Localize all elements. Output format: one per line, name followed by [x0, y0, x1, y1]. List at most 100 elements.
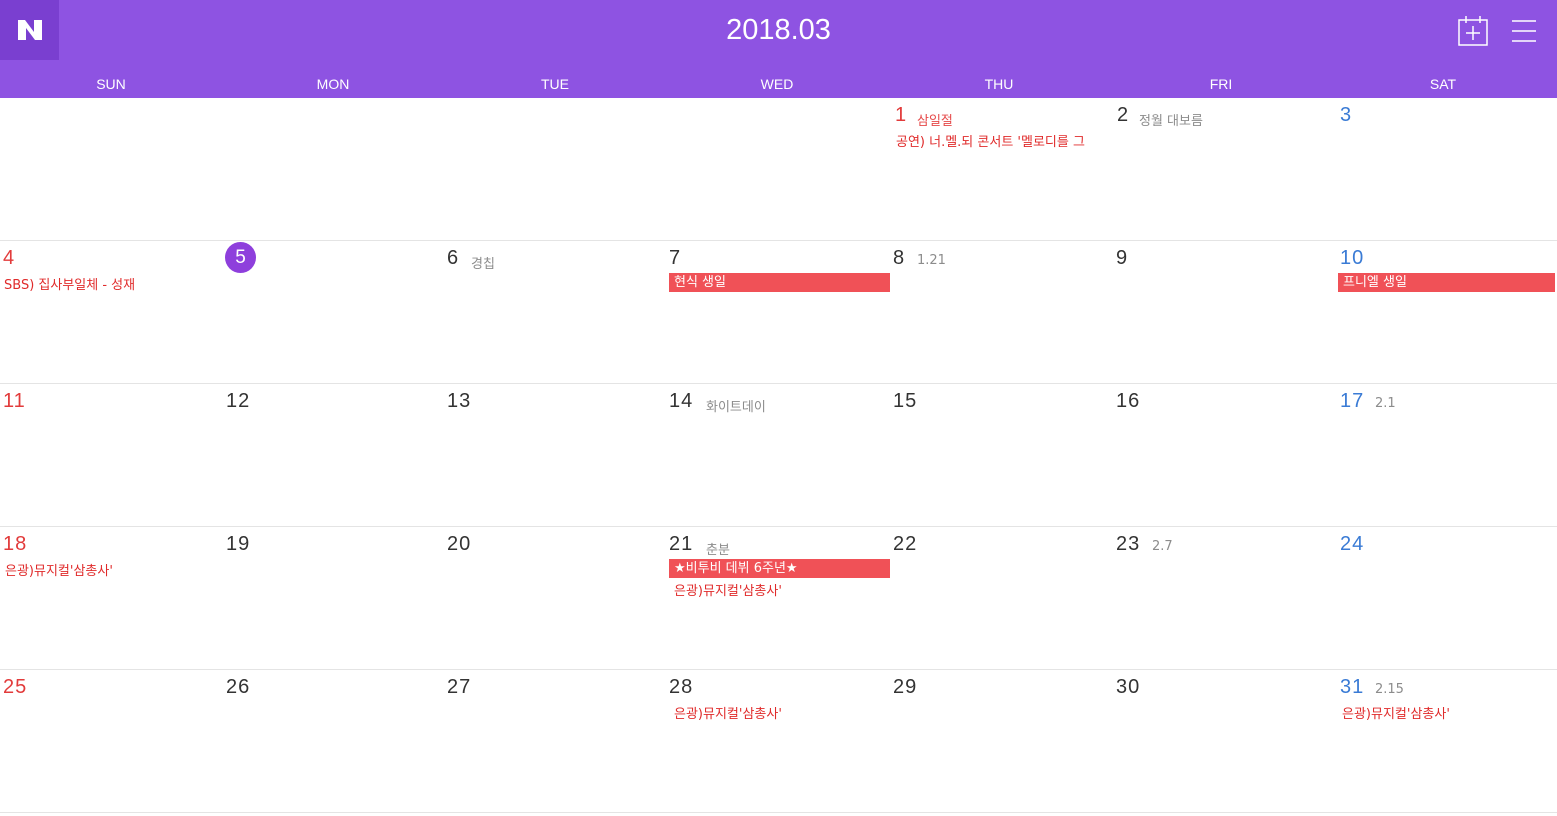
day-cell-26[interactable]: 26	[222, 670, 444, 812]
add-event-button[interactable]	[1457, 15, 1490, 47]
day-cell-14[interactable]: 14 화이트데이	[666, 384, 888, 526]
event-item[interactable]: 공연) 너.멜.되 콘서트 '멜로디를 그	[896, 131, 1110, 150]
weekday-thu: THU	[984, 76, 1014, 92]
day-cell-6[interactable]: 6 경칩	[444, 241, 666, 383]
day-number: 26	[226, 676, 251, 698]
day-number: 6	[447, 247, 460, 269]
app-header: 2018.03 SUN MON TUE WED THU FRI SAT	[0, 0, 1557, 98]
day-cell-17[interactable]: 17 2.1	[1332, 384, 1554, 526]
day-cell-2[interactable]: 2 정월 대보름	[1110, 98, 1332, 240]
day-number: 16	[1116, 390, 1141, 412]
holiday-label: 경칩	[471, 257, 495, 272]
today-indicator: 5	[225, 242, 256, 273]
day-number: 17	[1340, 390, 1365, 412]
weekday-tue: TUE	[541, 76, 569, 92]
day-number: 2	[1117, 104, 1130, 126]
day-cell-27[interactable]: 27	[444, 670, 666, 812]
day-cell-1[interactable]: 1 삼일절 공연) 너.멜.되 콘서트 '멜로디를 그	[888, 98, 1110, 240]
day-number: 20	[447, 533, 472, 555]
day-number: 10	[1340, 247, 1365, 269]
calendar-add-icon	[1458, 16, 1488, 46]
day-number: 31	[1340, 676, 1365, 698]
day-number: 9	[1116, 247, 1129, 269]
day-cell-20[interactable]: 20	[444, 527, 666, 669]
event-item[interactable]: SBS) 집사부일체 - 성재	[4, 274, 135, 293]
day-cell-23[interactable]: 23 2.7	[1110, 527, 1332, 669]
lunar-date: 1.21	[917, 253, 946, 268]
hamburger-menu-icon	[1512, 20, 1536, 42]
day-cell-16[interactable]: 16	[1110, 384, 1332, 526]
day-cell-28[interactable]: 28 은광)뮤지컬'삼총사'	[666, 670, 888, 812]
event-item[interactable]: 은광)뮤지컬'삼총사'	[674, 580, 782, 599]
day-cell-30[interactable]: 30	[1110, 670, 1332, 812]
day-cell-7[interactable]: 7 현식 생일	[666, 241, 890, 383]
day-cell-12[interactable]: 12	[222, 384, 444, 526]
day-number: 3	[1340, 104, 1353, 126]
day-number: 8	[893, 247, 906, 269]
day-cell-18[interactable]: 18 은광)뮤지컬'삼총사'	[0, 527, 222, 669]
menu-button[interactable]	[1510, 17, 1538, 45]
week-divider	[0, 812, 1557, 813]
holiday-label: 화이트데이	[706, 400, 766, 415]
day-cell-8[interactable]: 8 1.21	[888, 241, 1110, 383]
event-bar[interactable]: ★비투비 데뷔 6주년★	[669, 559, 890, 578]
day-cell-11[interactable]: 11	[0, 384, 222, 526]
day-cell-3[interactable]: 3	[1332, 98, 1554, 240]
day-number: 4	[3, 247, 16, 269]
day-number: 7	[669, 247, 682, 269]
lunar-date: 2.7	[1152, 539, 1173, 554]
day-number: 27	[447, 676, 472, 698]
day-number: 18	[3, 533, 28, 555]
day-number: 19	[226, 533, 251, 555]
holiday-label: 삼일절	[917, 114, 953, 129]
day-cell-4[interactable]: 4 SBS) 집사부일체 - 성재	[0, 241, 222, 383]
day-cell-25[interactable]: 25	[0, 670, 222, 812]
calendar-grid: 1 삼일절 공연) 너.멜.되 콘서트 '멜로디를 그 2 정월 대보름 3 4…	[0, 98, 1557, 816]
day-cell-13[interactable]: 13	[444, 384, 666, 526]
day-cell-empty[interactable]	[222, 98, 444, 240]
weekday-fri: FRI	[1209, 76, 1233, 92]
day-cell-29[interactable]: 29	[888, 670, 1110, 812]
event-item[interactable]: 은광)뮤지컬'삼총사'	[1342, 703, 1450, 722]
day-number: 13	[447, 390, 472, 412]
day-cell-19[interactable]: 19	[222, 527, 444, 669]
day-number: 24	[1340, 533, 1365, 555]
weekday-wed: WED	[760, 76, 794, 92]
weekday-mon: MON	[316, 76, 350, 92]
weekday-sun: SUN	[96, 76, 126, 92]
month-title[interactable]: 2018.03	[0, 14, 1557, 47]
holiday-label: 정월 대보름	[1139, 114, 1203, 129]
day-number: 12	[226, 390, 251, 412]
day-cell-31[interactable]: 31 2.15 은광)뮤지컬'삼총사'	[1332, 670, 1554, 812]
lunar-date: 2.15	[1375, 682, 1404, 697]
weekday-sat: SAT	[1429, 76, 1457, 92]
day-cell-empty[interactable]	[0, 98, 222, 240]
day-cell-empty[interactable]	[666, 98, 888, 240]
day-number: 23	[1116, 533, 1141, 555]
day-cell-24[interactable]: 24	[1332, 527, 1554, 669]
holiday-label: 춘분	[706, 543, 730, 558]
day-cell-empty[interactable]	[444, 98, 666, 240]
day-cell-9[interactable]: 9	[1110, 241, 1332, 383]
event-item[interactable]: 은광)뮤지컬'삼총사'	[674, 703, 782, 722]
day-number: 29	[893, 676, 918, 698]
lunar-date: 2.1	[1375, 396, 1396, 411]
day-number: 25	[3, 676, 28, 698]
day-number: 28	[669, 676, 694, 698]
day-number: 30	[1116, 676, 1141, 698]
day-number: 1	[895, 104, 908, 126]
day-number: 14	[669, 390, 694, 412]
day-cell-5-today[interactable]: 5	[222, 241, 444, 383]
event-bar[interactable]: 프니엘 생일	[1338, 273, 1555, 292]
day-cell-10[interactable]: 10 프니엘 생일	[1332, 241, 1555, 383]
day-cell-15[interactable]: 15	[888, 384, 1110, 526]
weekday-header: SUN MON TUE WED THU FRI SAT	[0, 76, 1557, 96]
day-number: 22	[893, 533, 918, 555]
event-bar[interactable]: 현식 생일	[669, 273, 890, 292]
day-number: 11	[3, 390, 26, 412]
day-number: 15	[893, 390, 918, 412]
event-item[interactable]: 은광)뮤지컬'삼총사'	[5, 560, 113, 579]
day-number: 21	[669, 533, 694, 555]
day-cell-21[interactable]: 21 춘분 ★비투비 데뷔 6주년★ 은광)뮤지컬'삼총사'	[666, 527, 890, 669]
day-cell-22[interactable]: 22	[888, 527, 1110, 669]
